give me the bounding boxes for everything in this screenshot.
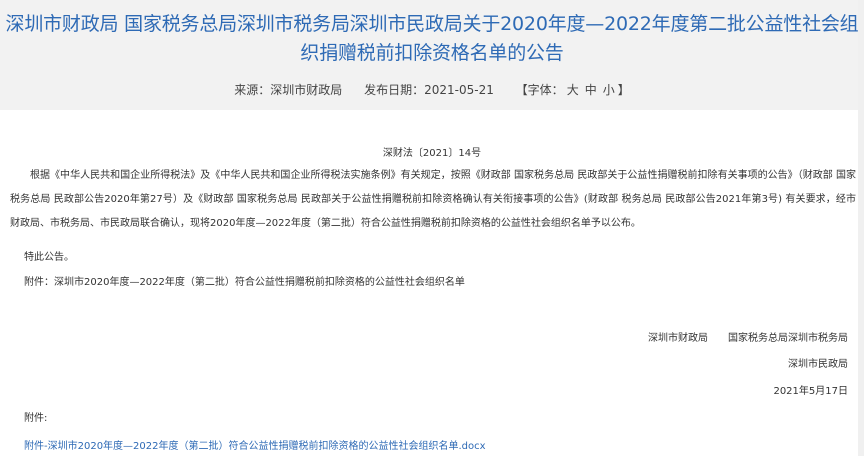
sign-date: 2021年5月17日 — [773, 386, 848, 397]
page-scrollbar[interactable] — [858, 0, 864, 456]
main-paragraph: 根据《中华人民共和国企业所得税法》及《中华人民共和国企业所得税法实施条例》有关规… — [10, 170, 856, 229]
font-size-prefix: 【字体： — [515, 83, 564, 97]
signatory-civil-affairs: 深圳市民政局 — [788, 359, 848, 370]
font-size-large-link[interactable]: 大 — [567, 83, 579, 97]
article-title: 深圳市财政局 国家税务总局深圳市税务局深圳市民政局关于2020年度—2022年度… — [5, 13, 859, 64]
attachment-line: 附件：深圳市2020年度—2022年度（第二批）符合公益性捐赠税前扣除资格的公益… — [24, 277, 465, 288]
attachments-label: 附件: — [24, 413, 48, 424]
source-label: 来源：深圳市财政局 — [234, 83, 343, 97]
font-size-small-link[interactable]: 小 — [603, 83, 615, 97]
article-meta: 来源：深圳市财政局 发布日期：2021-05-21 【字体：大中小】 — [0, 81, 864, 99]
article-header: 深圳市财政局 国家税务总局深圳市税务局深圳市民政局关于2020年度—2022年度… — [0, 0, 864, 110]
publish-date: 发布日期：2021-05-21 — [364, 83, 494, 97]
special-notice: 特此公告。 — [24, 252, 74, 263]
attachment-download-link[interactable]: 附件-深圳市2020年度—2022年度（第二批）符合公益性捐赠税前扣除资格的公益… — [24, 437, 486, 452]
signatories-row: 深圳市财政局 国家税务总局深圳市税务局 — [648, 332, 848, 346]
document-number: 深财法〔2021〕14号 — [382, 148, 482, 159]
font-size-suffix: 】 — [617, 83, 630, 97]
signatory-finance-bureau: 深圳市财政局 — [648, 333, 708, 344]
font-size-control: 【字体：大中小】 — [516, 83, 630, 97]
signatory-tax-bureau: 国家税务总局深圳市税务局 — [728, 333, 848, 344]
font-size-medium-link[interactable]: 中 — [585, 83, 597, 97]
